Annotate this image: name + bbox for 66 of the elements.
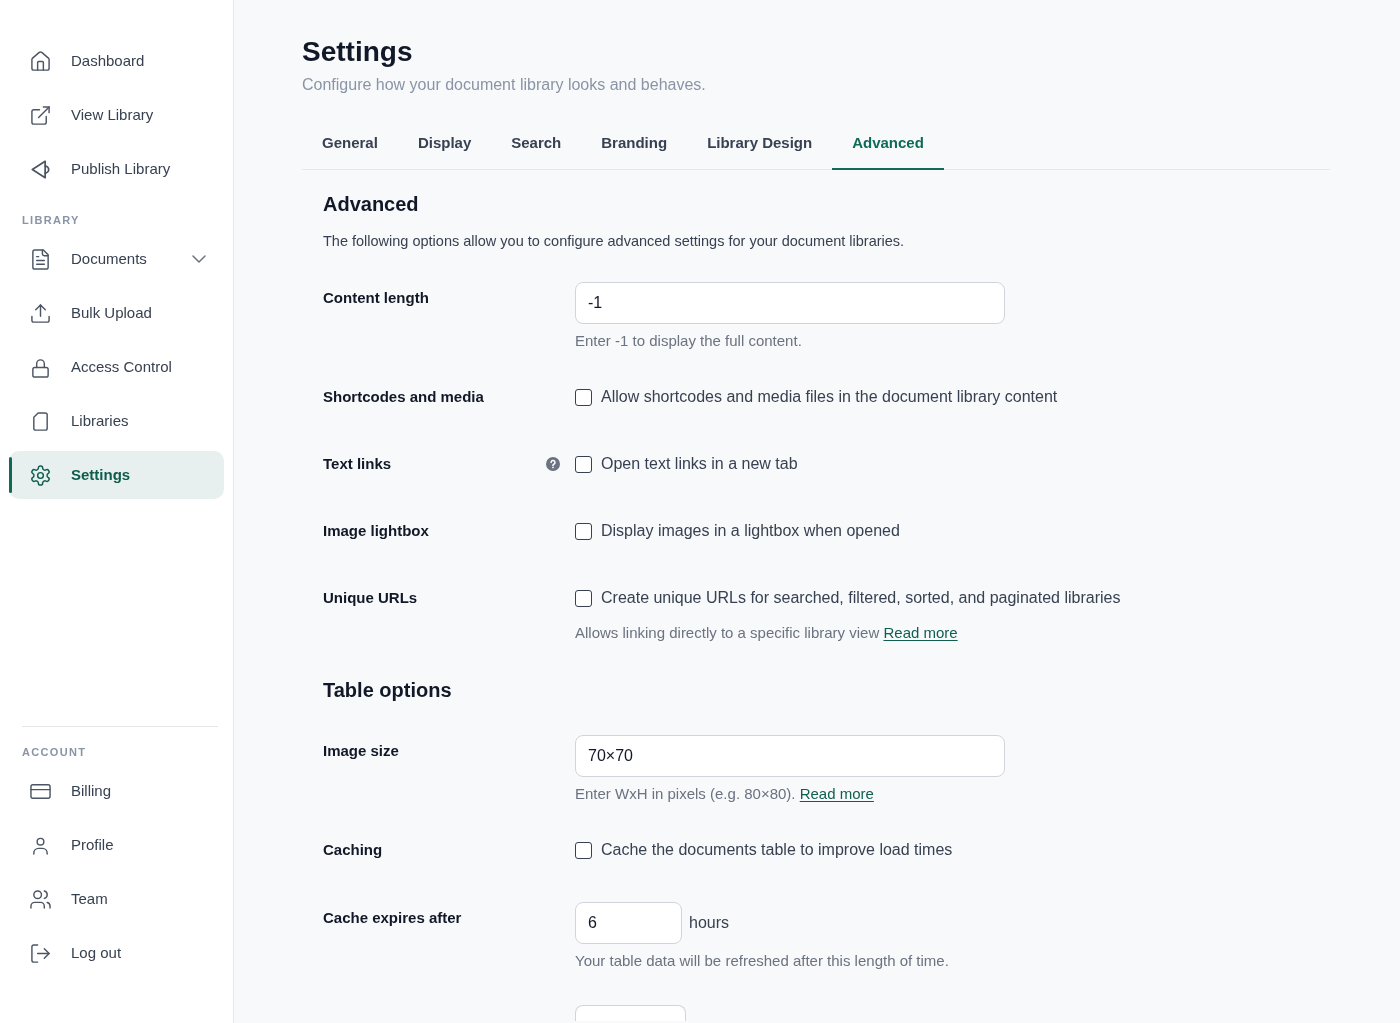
document-icon [30, 248, 51, 270]
checkbox[interactable] [575, 455, 592, 473]
tab[interactable]: General [302, 120, 398, 170]
field-label: Image lightbox [323, 521, 429, 541]
sidebar-item[interactable]: Documents [9, 235, 224, 283]
checkbox[interactable] [575, 388, 592, 406]
sidebar-item[interactable]: Bulk Upload [9, 289, 224, 337]
checkbox-label: Allow shortcodes and media files in the document library content [601, 387, 1058, 407]
tab[interactable]: Library Design [687, 120, 833, 170]
text-input[interactable]: 70×70 [575, 735, 1005, 777]
field-label: Image size [323, 742, 399, 759]
chevron-icon[interactable] [192, 255, 206, 263]
checkbox-label: Open text links in a new tab [601, 454, 798, 474]
tab[interactable]: Advanced [832, 120, 944, 170]
field-label: Text links [323, 454, 392, 474]
section-description: The following options allow you to configure advanced settings for your document libraries. [323, 232, 906, 251]
help-text: Allows linking directly to a specific library view Read more [575, 623, 959, 643]
text-input[interactable]: -1 [575, 282, 1005, 324]
help-icon[interactable] [546, 457, 560, 471]
tab[interactable]: Search [491, 120, 582, 170]
megaphone-icon [30, 158, 51, 180]
checkbox-label: Create unique URLs for searched, filtered, sorted, and paginated libraries [601, 588, 1121, 608]
field-label: Unique URLs [323, 588, 418, 608]
checkbox[interactable] [575, 522, 592, 540]
read-more-link[interactable]: Read more [883, 624, 958, 641]
help-text: Enter WxH in pixels (e.g. 80×80). Read more [575, 784, 875, 804]
sidebar-item[interactable]: Libraries [9, 397, 224, 445]
field-label: Content length [323, 289, 429, 306]
settings-icon [30, 464, 51, 486]
field-label: Shortcodes and media [323, 387, 484, 407]
sidebar-item[interactable]: Dashboard [9, 37, 224, 85]
help-text: Your table data will be refreshed after this length of time. [575, 951, 950, 971]
checkbox[interactable] [575, 589, 592, 607]
page-title: Settings [302, 35, 414, 69]
sidebar-item[interactable]: Team [9, 875, 224, 923]
logout-icon [30, 942, 51, 964]
field-label: Caching [323, 840, 383, 860]
selection-bar [9, 457, 12, 493]
users-icon [30, 888, 51, 910]
sidebar-item[interactable]: Log out [9, 929, 224, 977]
upload-icon [30, 302, 51, 324]
checkbox-label: Cache the documents table to improve load times [601, 840, 953, 860]
home-icon [30, 50, 51, 72]
tab[interactable]: Display [397, 120, 492, 170]
sidebar-item[interactable]: View Library [9, 91, 224, 139]
external-link-icon [30, 104, 51, 126]
sidebar-item[interactable]: Access Control [9, 343, 224, 391]
page-subtitle: Configure how your document library looks and behaves. [302, 75, 707, 95]
sidebar-item[interactable]: Profile [9, 821, 224, 869]
unit-label: hours [689, 913, 730, 933]
number-input[interactable]: 6 [575, 902, 682, 944]
sidebar-heading: LIBRARY [21, 213, 81, 228]
checkbox[interactable] [575, 841, 592, 859]
field-label: Cache expires after [323, 909, 462, 926]
tab[interactable]: Branding [581, 120, 688, 170]
read-more-link[interactable]: Read more [799, 785, 874, 802]
lock-icon [30, 356, 51, 378]
sidebar-heading: ACCOUNT [21, 745, 88, 760]
sidebar-item[interactable]: Publish Library [9, 145, 224, 193]
section-title: Advanced [323, 192, 420, 217]
sidebar-item[interactable]: Settings [9, 451, 224, 499]
sidebar-item[interactable]: Billing [9, 767, 224, 815]
checkbox-label: Display images in a lightbox when opened [601, 521, 900, 541]
page-icon [30, 410, 51, 432]
section-title: Table options [323, 678, 453, 703]
help-text: Enter -1 to display the full content. [575, 331, 803, 351]
